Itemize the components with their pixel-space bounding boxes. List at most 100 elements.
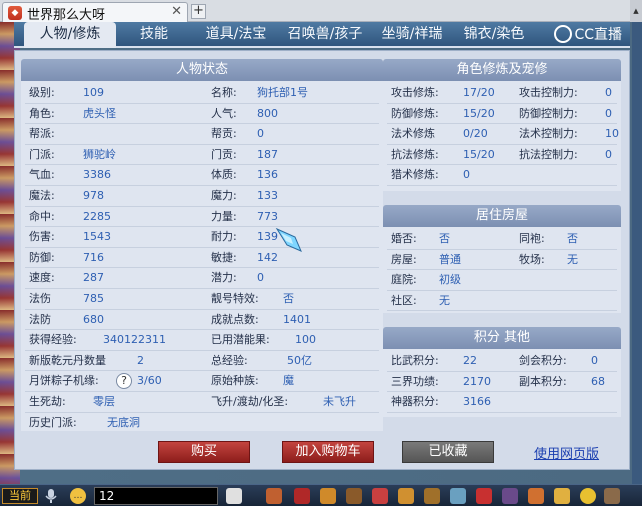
training-left-value: 17/20 — [463, 86, 495, 99]
training-left-cell: 法术修炼 0/20 — [391, 124, 488, 144]
stat-left-cell: 新版乾元丹数量 2 — [29, 351, 144, 371]
stat-right-label: 门贡: — [211, 147, 237, 161]
training-left-value: 0/20 — [463, 127, 488, 141]
game-icon: ◆ — [8, 6, 22, 20]
cc-logo-icon — [554, 25, 573, 43]
activity-icon[interactable] — [476, 488, 492, 504]
training-left-label: 法术修炼 — [391, 127, 435, 141]
mail-icon[interactable] — [450, 488, 466, 504]
friends-icon[interactable] — [528, 488, 544, 504]
tab-mounts[interactable]: 坐骑/祥瑞 — [374, 22, 450, 48]
row-divider — [387, 248, 617, 250]
chest-icon[interactable] — [320, 488, 336, 504]
housing-left-cell: 房屋: 普通 — [391, 250, 461, 270]
scroll-icon[interactable] — [346, 488, 362, 504]
chat-bubble-icon[interactable]: … — [70, 488, 86, 504]
stat-left-value: 3386 — [83, 168, 111, 182]
stat-right-cell: 总经验: 50亿 — [211, 351, 312, 371]
points-left-label: 神器积分: — [391, 395, 439, 409]
stat-left-value: 3/60 — [137, 374, 162, 388]
web-version-link[interactable]: 使用网页版 — [534, 443, 599, 462]
training-right-cell: 法术控制力: 10 — [519, 124, 619, 144]
stat-left-label: 伤害: — [29, 230, 55, 244]
points-right-cell: 剑会积分: 0 — [519, 351, 598, 371]
stat-left-label: 防御: — [29, 250, 55, 264]
points-left-cell: 神器积分: 3166 — [391, 392, 491, 412]
stat-right-label: 力量: — [211, 209, 237, 223]
book-icon[interactable] — [502, 488, 518, 504]
favorited-button[interactable]: 已收藏 — [402, 441, 494, 463]
help-icon[interactable]: ? — [116, 373, 132, 390]
housing-left-label: 社区: — [391, 293, 417, 307]
smiley-icon[interactable] — [580, 488, 596, 504]
tab-outfits[interactable]: 锦衣/染色 — [456, 22, 532, 48]
tab-skills[interactable]: 技能 — [126, 22, 182, 48]
training-right-cell: 抗法控制力: 0 — [519, 145, 612, 165]
housing-left-label: 庭院: — [391, 273, 417, 287]
stat-left-cell: 历史门派: 无底洞 — [29, 413, 140, 433]
buy-button[interactable]: 购买 — [158, 441, 250, 463]
training-left-value: 0 — [463, 168, 470, 182]
stat-right-label: 总经验: — [211, 353, 248, 367]
stat-right-label: 原始种族: — [211, 374, 259, 388]
cat-emote-icon[interactable] — [226, 488, 242, 504]
sword-icon[interactable] — [266, 488, 282, 504]
stat-left-label: 气血: — [29, 168, 55, 182]
housing-right-label: 牧场: — [519, 252, 545, 266]
ranking-icon[interactable] — [554, 488, 570, 504]
training-right-value: 10 — [605, 127, 619, 141]
stat-left-value: 978 — [83, 189, 104, 202]
training-right-value: 0 — [605, 106, 612, 120]
stat-right-value: 0 — [257, 127, 264, 141]
housing-left-cell: 庭院: 初级 — [391, 270, 461, 290]
housing-right-cell: 牧场: 无 — [519, 250, 578, 270]
stat-left-label: 月饼粽子机缘: — [29, 374, 99, 388]
stat-right-cell: 潜力: 0 — [211, 268, 264, 288]
stat-right-cell: 帮贡: 0 — [211, 124, 264, 144]
bag-icon[interactable] — [294, 488, 310, 504]
points-left-label: 三界功绩: — [391, 374, 439, 388]
stat-left-cell: 帮派: — [29, 124, 55, 144]
stat-left-cell: 门派: 狮驼岭 — [29, 145, 116, 165]
stat-right-cell: 成就点数: 1401 — [211, 310, 311, 330]
tab-scroll-icon[interactable]: ▲ — [630, 0, 642, 22]
tab-character[interactable]: 人物/修炼 — [24, 22, 116, 48]
stat-right-label: 潜力: — [211, 271, 237, 285]
stream-logo: CC直播 — [554, 24, 622, 46]
stat-left-value: 340122311 — [103, 333, 166, 347]
new-tab-button[interactable]: + — [191, 4, 206, 19]
gift-icon[interactable] — [398, 488, 414, 504]
housing-left-label: 房屋: — [391, 252, 417, 266]
browser-tab[interactable]: ◆ 世界那么大呀 ✕ — [2, 2, 188, 23]
stat-right-value: 否 — [283, 292, 294, 305]
row-divider — [25, 123, 379, 125]
housing-left-label: 婚否: — [391, 232, 417, 245]
system-icon[interactable] — [604, 488, 620, 504]
tab-items[interactable]: 道具/法宝 — [198, 22, 274, 48]
stat-right-cell: 体质: 136 — [211, 165, 278, 185]
stat-left-cell: 速度: 287 — [29, 268, 104, 288]
team-icon[interactable] — [372, 488, 388, 504]
stat-right-label: 人气: — [211, 106, 237, 120]
close-tab-icon[interactable]: ✕ — [171, 4, 182, 19]
stat-left-label: 门派: — [29, 147, 55, 161]
housing-left-value: 无 — [439, 293, 450, 307]
microphone-icon[interactable] — [44, 488, 58, 504]
tab-pets[interactable]: 召唤兽/孩子 — [282, 22, 368, 48]
add-to-cart-button[interactable]: 加入购物车 — [282, 441, 374, 463]
stat-left-label: 生死劫: — [29, 395, 66, 408]
stat-left-label: 角色: — [29, 106, 55, 120]
channel-input[interactable]: 12 — [94, 487, 218, 505]
status-title: 人物状态 — [21, 59, 383, 81]
row-divider — [25, 308, 379, 310]
row-divider — [25, 164, 379, 166]
training-section: 攻击修炼: 17/20 攻击控制力: 0 防御修炼: 15/20 防御控制力: 0 法术修炼 0/… — [383, 81, 621, 191]
current-channel-button[interactable]: 当前 — [2, 488, 38, 504]
row-divider — [25, 102, 379, 104]
stat-right-value: 187 — [257, 147, 278, 161]
stat-right-label: 靓号特效: — [211, 292, 259, 305]
stat-left-value: 785 — [83, 292, 104, 305]
stat-left-label: 速度: — [29, 271, 55, 285]
map-icon[interactable] — [424, 488, 440, 504]
stat-left-value: 零层 — [93, 395, 115, 408]
